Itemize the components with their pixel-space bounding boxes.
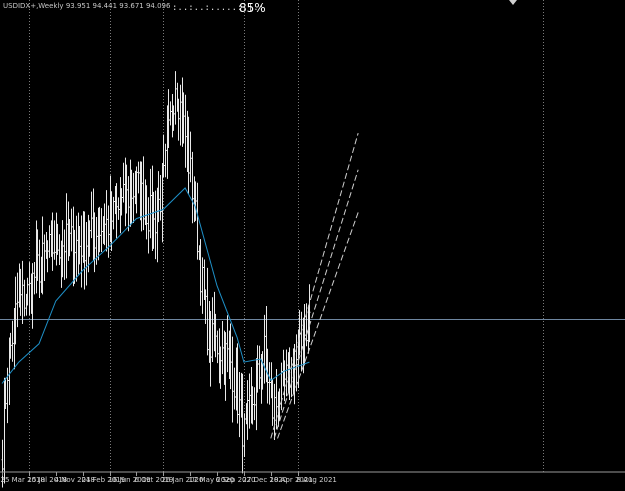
symbol-name: USDIDX+,Weekly <box>3 2 64 10</box>
time-axis-label: 8 Aug 2021 <box>297 476 337 484</box>
indicator-percentage: 85% <box>239 1 266 15</box>
ohlc-values: 93.951 94.441 93.671 94.096 <box>65 2 171 10</box>
symbol-header: USDIDX+,Weekly 93.951 94.441 93.671 94.0… <box>3 2 170 10</box>
chart-shift-marker[interactable] <box>509 0 517 5</box>
price-chart[interactable]: 25 Mar 201815 Jul 20184 Nov 201824 Feb 2… <box>0 0 625 491</box>
